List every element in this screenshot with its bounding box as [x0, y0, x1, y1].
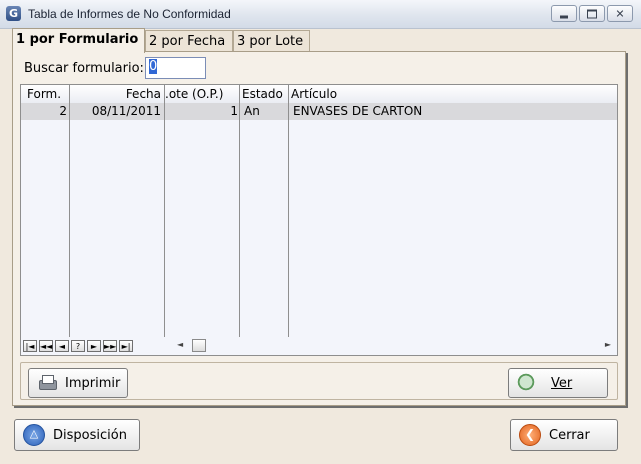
col-header-articulo[interactable]: Artículo: [291, 85, 491, 103]
scroll-right-icon[interactable]: ►: [605, 340, 611, 349]
nav-next-page-button[interactable]: ►►: [103, 340, 117, 352]
scroll-thumb[interactable]: [192, 339, 206, 352]
grid-header: Form. Fecha .ote (O.P.) Estado Artículo: [21, 85, 617, 104]
cell-lote: 1: [230, 104, 238, 118]
imprimir-button[interactable]: Imprimir: [28, 368, 128, 398]
results-grid[interactable]: Form. Fecha .ote (O.P.) Estado Artículo …: [20, 84, 618, 356]
cell-fecha: 08/11/2011: [91, 104, 161, 118]
scroll-left-icon[interactable]: ◄: [177, 340, 183, 349]
column-divider: [69, 85, 70, 337]
search-input[interactable]: 0: [145, 57, 206, 79]
window-title: Tabla de Informes de No Conformidad: [28, 7, 231, 21]
maximize-button[interactable]: [579, 5, 605, 22]
nav-help-button[interactable]: ?: [71, 340, 85, 352]
triangle-icon: △: [23, 424, 45, 446]
minimize-icon: [560, 15, 568, 18]
printer-icon: [37, 373, 57, 393]
imprimir-label: Imprimir: [65, 375, 121, 391]
app-logo-icon: G: [6, 6, 21, 21]
col-header-estado[interactable]: Estado: [242, 85, 290, 103]
cell-form: 2: [59, 104, 67, 118]
close-window-button[interactable]: ✕: [607, 5, 633, 22]
col-header-form[interactable]: Form.: [27, 85, 71, 103]
tab-por-fecha[interactable]: 2 por Fecha: [145, 30, 233, 51]
title-bar: G Tabla de Informes de No Conformidad ✕: [0, 0, 641, 29]
ver-label: Ver: [551, 375, 573, 391]
nav-prev-button[interactable]: ◄: [55, 340, 69, 352]
disposicion-label: Disposición: [53, 427, 127, 443]
cerrar-button[interactable]: ❮ Cerrar: [510, 419, 618, 451]
nav-first-button[interactable]: |◄: [23, 340, 37, 352]
ver-button[interactable]: Ver: [508, 368, 608, 398]
back-arrow-icon: ❮: [519, 424, 541, 446]
column-divider: [288, 85, 289, 337]
tab-por-formulario[interactable]: 1 por Formulario: [12, 28, 145, 53]
disposicion-button[interactable]: △ Disposición: [14, 419, 140, 451]
cell-estado: An: [244, 104, 260, 118]
table-row[interactable]: 2 08/11/2011 1 An ENVASES DE CARTON: [21, 103, 617, 120]
magnifier-icon: [517, 373, 537, 393]
nav-next-button[interactable]: ►: [87, 340, 101, 352]
cerrar-label: Cerrar: [549, 427, 590, 443]
nav-last-button[interactable]: ►|: [119, 340, 133, 352]
col-header-lote[interactable]: .ote (O.P.): [165, 85, 241, 103]
horizontal-scrollbar[interactable]: ◄ ►: [173, 339, 617, 353]
record-navigator: |◄ ◄◄ ◄ ? ► ►► ►|: [23, 340, 135, 352]
window-controls: ✕: [549, 5, 633, 22]
maximize-icon: [587, 9, 597, 18]
cell-articulo: ENVASES DE CARTON: [293, 104, 423, 118]
search-label: Buscar formulario:: [24, 61, 144, 76]
column-divider: [239, 85, 240, 337]
column-divider: [164, 85, 165, 337]
close-icon: ✕: [615, 7, 625, 20]
nav-prev-page-button[interactable]: ◄◄: [39, 340, 53, 352]
col-header-fecha[interactable]: Fecha: [71, 85, 161, 103]
minimize-button[interactable]: [551, 5, 577, 22]
search-input-value: 0: [149, 59, 158, 74]
tab-por-lote[interactable]: 3 por Lote: [233, 30, 310, 51]
